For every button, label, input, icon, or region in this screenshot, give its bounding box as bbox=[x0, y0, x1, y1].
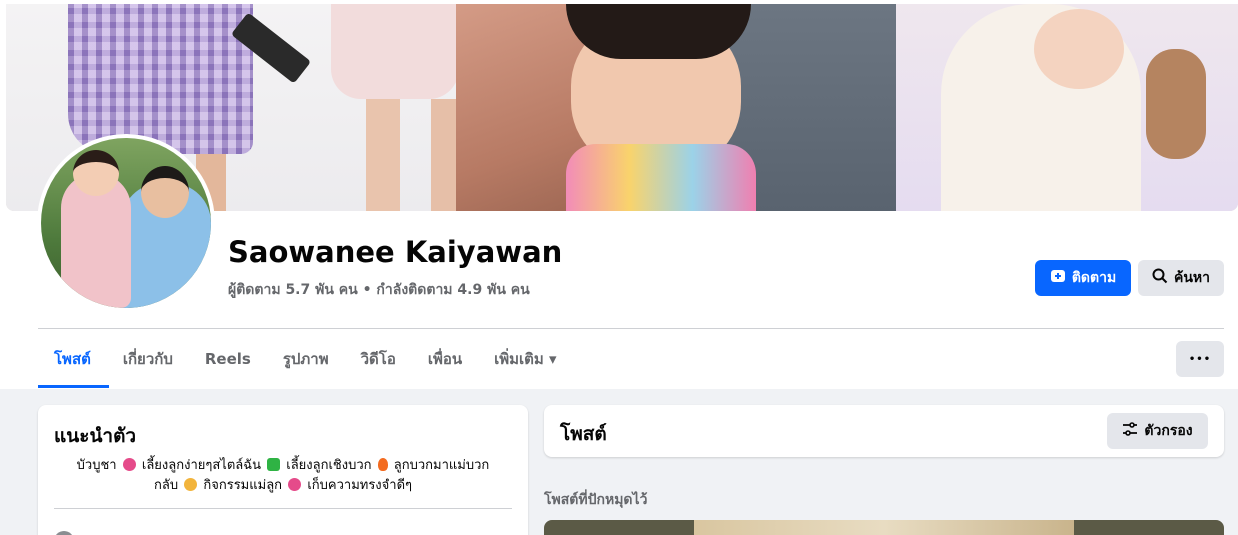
tab-photos[interactable]: รูปภาพ bbox=[267, 341, 345, 377]
bio-text: บัวบูชา bbox=[76, 458, 117, 473]
follow-button[interactable]: ติดตาม bbox=[1035, 260, 1131, 296]
bio-text: เลี้ยงลูกง่ายๆสไตล์ฉัน bbox=[141, 458, 261, 473]
tab-videos[interactable]: วิดีโอ bbox=[345, 341, 412, 377]
posts-header-card: โพสต์ ตัวกรอง bbox=[544, 405, 1224, 457]
filter-label: ตัวกรอง bbox=[1144, 423, 1193, 439]
header-divider bbox=[38, 328, 1224, 329]
active-tab-indicator bbox=[38, 385, 109, 388]
tab-about[interactable]: เกี่ยวกับ bbox=[107, 341, 189, 377]
tab-reels[interactable]: Reels bbox=[189, 341, 267, 377]
more-dots-icon: ••• bbox=[1188, 353, 1212, 365]
search-icon bbox=[1152, 268, 1168, 288]
profile-avatar[interactable] bbox=[37, 134, 215, 312]
follow-plus-icon bbox=[1050, 268, 1066, 288]
intro-card: แนะนำตัว บัวบูชา เลี้ยงลูกง่ายๆสไตล์ฉัน … bbox=[38, 405, 528, 535]
family-emoji-icon bbox=[184, 478, 198, 491]
profile-stats[interactable]: ผู้ติดตาม 5.7 พัน คน • กำลังติดตาม 4.9 พ… bbox=[228, 279, 530, 301]
search-button[interactable]: ค้นหา bbox=[1138, 260, 1224, 296]
gift-emoji-icon bbox=[288, 478, 302, 491]
search-label: ค้นหา bbox=[1173, 270, 1211, 286]
profile-tabs: โพสต์ เกี่ยวกับ Reels รูปภาพ วิดีโอ เพื่… bbox=[38, 341, 573, 389]
intro-bio: บัวบูชา เลี้ยงลูกง่ายๆสไตล์ฉัน เลี้ยงลูก… bbox=[54, 456, 512, 496]
bio-text: ลูกบวกมาแม่บวก bbox=[393, 458, 490, 473]
info-icon bbox=[54, 531, 74, 535]
posts-title: โพสต์ bbox=[560, 423, 607, 445]
pinned-posts-label: โพสต์ที่ปักหมุดไว้ bbox=[544, 492, 648, 508]
intro-divider bbox=[54, 508, 512, 509]
more-options-button[interactable]: ••• bbox=[1176, 341, 1224, 377]
tab-friends[interactable]: เพื่อน bbox=[412, 341, 478, 377]
intro-title: แนะนำตัว bbox=[54, 425, 137, 447]
profile-name: Saowanee Kaiyawan bbox=[228, 235, 563, 269]
pinned-post-image[interactable] bbox=[544, 520, 1224, 535]
tab-posts[interactable]: โพสต์ bbox=[38, 341, 107, 377]
tab-more[interactable]: เพิ่มเติม ▾ bbox=[478, 341, 572, 377]
fire-emoji-icon bbox=[377, 458, 388, 471]
bio-text: กิจกรรมแม่ลูก bbox=[203, 478, 283, 493]
filter-button[interactable]: ตัวกรอง bbox=[1107, 413, 1208, 449]
follow-label: ติดตาม bbox=[1071, 270, 1117, 286]
gift-emoji-icon bbox=[122, 458, 136, 471]
check-emoji-icon bbox=[267, 458, 281, 471]
bio-text: กลับ bbox=[153, 478, 179, 493]
bio-text: เลี้ยงลูกเชิงบวก bbox=[286, 458, 372, 473]
filter-sliders-icon bbox=[1122, 422, 1138, 440]
bio-text: เก็บความทรงจำดีๆ bbox=[307, 478, 413, 493]
